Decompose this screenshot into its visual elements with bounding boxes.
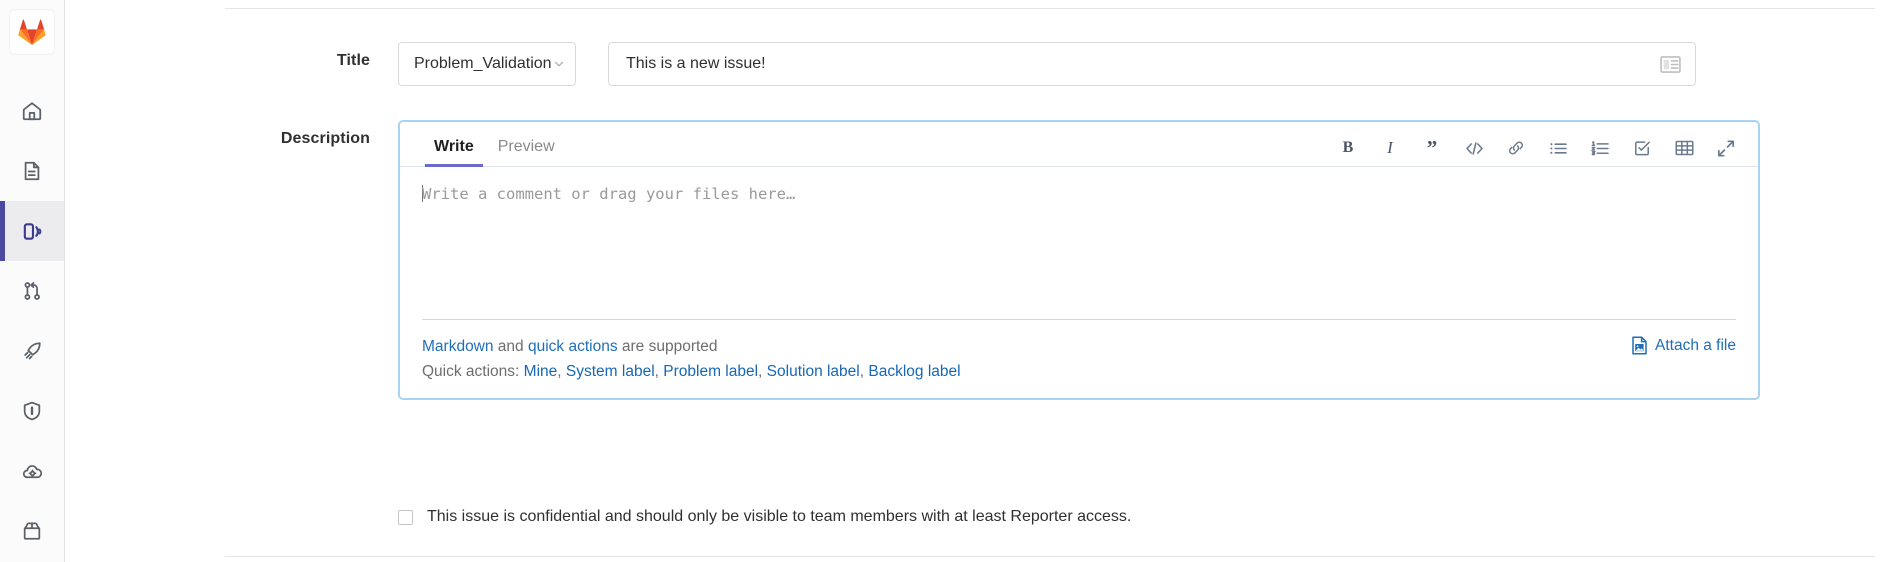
sep-3: , <box>758 363 767 380</box>
italic-icon[interactable]: I <box>1380 138 1400 158</box>
quick-actions-link[interactable]: quick actions <box>528 338 618 355</box>
description-row: Description Write Preview B I ” <box>65 120 1760 400</box>
issue-form-main: Title Problem_Validation This is a new i… <box>65 0 1900 562</box>
sidebar-item-merge-requests[interactable] <box>0 261 64 321</box>
tab-write[interactable]: Write <box>422 138 486 166</box>
task-list-icon[interactable] <box>1632 138 1652 158</box>
shield-icon <box>21 400 43 422</box>
markdown-support-line: Markdown and quick actions are supported <box>422 334 961 359</box>
code-icon[interactable] <box>1464 138 1484 158</box>
confidential-label: This issue is confidential and should on… <box>427 508 1131 526</box>
rocket-icon <box>21 340 43 362</box>
bulleted-list-icon[interactable] <box>1548 138 1568 158</box>
gitlab-logo[interactable] <box>9 9 55 55</box>
issue-template-value: Problem_Validation <box>414 55 552 73</box>
quick-action-solution-label[interactable]: Solution label <box>767 363 860 380</box>
table-icon[interactable] <box>1674 138 1694 158</box>
divider-top <box>225 8 1875 9</box>
confidential-checkbox[interactable] <box>398 510 413 525</box>
title-label: Title <box>65 42 398 70</box>
quote-icon[interactable]: ” <box>1422 138 1442 158</box>
numbered-list-icon[interactable] <box>1590 138 1610 158</box>
gitlab-new-issue-page: Title Problem_Validation This is a new i… <box>0 0 1900 562</box>
description-placeholder-text: Write a comment or drag your files here… <box>422 185 795 203</box>
editor-footer: Markdown and quick actions are supported… <box>400 319 1758 398</box>
gitlab-logo-wrap[interactable] <box>0 9 64 55</box>
bold-icon[interactable]: B <box>1338 138 1358 158</box>
footer-text-block: Markdown and quick actions are supported… <box>422 334 961 384</box>
quick-actions-label: Quick actions: <box>422 363 519 380</box>
quick-action-backlog-label[interactable]: Backlog label <box>868 363 960 380</box>
quick-action-system-label[interactable]: System label <box>566 363 655 380</box>
sep-1: , <box>557 363 566 380</box>
description-template-icon[interactable] <box>1660 56 1681 73</box>
cloud-gear-icon <box>21 460 44 483</box>
title-row: Title Problem_Validation This is a new i… <box>65 42 1696 86</box>
description-placeholder: Write a comment or drag your files here… <box>422 185 1736 203</box>
fullscreen-icon[interactable] <box>1716 138 1736 158</box>
sidebar-item-security[interactable] <box>0 381 64 441</box>
issues-icon <box>21 220 44 243</box>
quick-actions-line: Quick actions: Mine, System label, Probl… <box>422 359 961 384</box>
supported-text: are supported <box>618 338 718 355</box>
description-textarea[interactable]: Write a comment or drag your files here… <box>400 167 1758 319</box>
attach-file-button[interactable]: Attach a file <box>1631 334 1736 355</box>
tab-preview[interactable]: Preview <box>486 138 567 166</box>
markdown-link[interactable]: Markdown <box>422 338 494 355</box>
chevron-down-icon <box>552 57 566 71</box>
sidebar-item-home[interactable] <box>0 81 64 141</box>
quick-action-mine[interactable]: Mine <box>524 363 558 380</box>
attach-file-label: Attach a file <box>1655 337 1736 355</box>
footer-separator <box>422 319 1736 320</box>
description-editor: Write Preview B I ” <box>398 120 1760 400</box>
document-icon <box>21 160 43 182</box>
editor-tabs-bar: Write Preview B I ” <box>400 122 1758 167</box>
divider-bottom <box>225 556 1875 557</box>
sep-2: , <box>655 363 664 380</box>
sidebar-item-project-overview[interactable] <box>0 141 64 201</box>
sidebar-item-issues[interactable] <box>0 201 64 261</box>
sidebar-item-operations[interactable] <box>0 441 64 501</box>
markdown-toolbar: B I ” <box>1338 138 1736 166</box>
editor-tabs: Write Preview <box>422 138 567 166</box>
sidebar-item-ci-cd[interactable] <box>0 321 64 381</box>
image-file-icon <box>1631 336 1648 355</box>
package-icon <box>21 520 43 542</box>
left-nav-rail <box>0 0 65 562</box>
quick-action-problem-label[interactable]: Problem label <box>663 363 758 380</box>
confidential-row: This issue is confidential and should on… <box>398 508 1131 526</box>
merge-request-icon <box>21 280 43 302</box>
sidebar-item-packages[interactable] <box>0 501 64 561</box>
home-icon <box>21 100 43 122</box>
link-icon[interactable] <box>1506 138 1526 158</box>
and-text: and <box>494 338 528 355</box>
issue-title-input[interactable]: This is a new issue! <box>608 42 1696 86</box>
issue-title-value: This is a new issue! <box>626 55 766 73</box>
description-label: Description <box>65 120 398 148</box>
issue-template-select[interactable]: Problem_Validation <box>398 42 576 86</box>
